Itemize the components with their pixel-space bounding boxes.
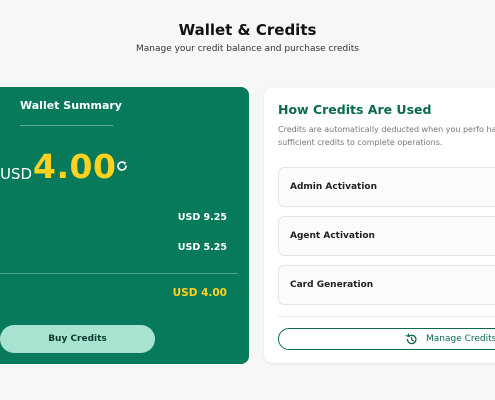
history-icon (405, 333, 417, 345)
balance-currency: USD (0, 165, 33, 183)
total-value: USD 4.00 (172, 287, 227, 299)
title-divider (20, 125, 113, 126)
credits-usage-title: How Credits Are Used (278, 102, 432, 117)
line-item: USD 5.25 (0, 242, 239, 256)
balance-amount: 4.00 (33, 147, 117, 186)
line-item-value: USD 5.25 (177, 242, 227, 253)
summary-divider (0, 273, 238, 274)
buy-credits-button[interactable]: Buy Credits (0, 325, 155, 353)
page-title: Wallet & Credits (178, 21, 317, 39)
refresh-icon[interactable] (116, 160, 128, 172)
manage-credits-button[interactable]: Manage Credits (278, 328, 495, 350)
total-line: USD 4.00 (0, 287, 239, 301)
wallet-summary-card: Wallet Summary USD 4.00 USD 9.25 USD 5.2… (0, 87, 249, 364)
manage-credits-label: Manage Credits (426, 334, 495, 344)
operation-item-agent-activation: Agent Activation (278, 216, 495, 256)
wallet-summary-title: Wallet Summary (20, 99, 122, 112)
operation-label: Admin Activation (290, 182, 378, 192)
operation-item-card-generation: Card Generation (278, 265, 495, 305)
credits-usage-card: How Credits Are Used Credits are automat… (264, 88, 495, 363)
page-subtitle: Manage your credit balance and purchase … (136, 44, 359, 54)
card-divider (278, 316, 495, 317)
line-item: USD 9.25 (0, 212, 239, 226)
operation-label: Agent Activation (290, 231, 375, 241)
line-item-value: USD 9.25 (177, 212, 227, 223)
credits-usage-description: Credits are automatically deducted when … (278, 125, 495, 147)
operation-label: Card Generation (290, 280, 374, 290)
operation-item-admin-activation: Admin Activation (278, 167, 495, 207)
